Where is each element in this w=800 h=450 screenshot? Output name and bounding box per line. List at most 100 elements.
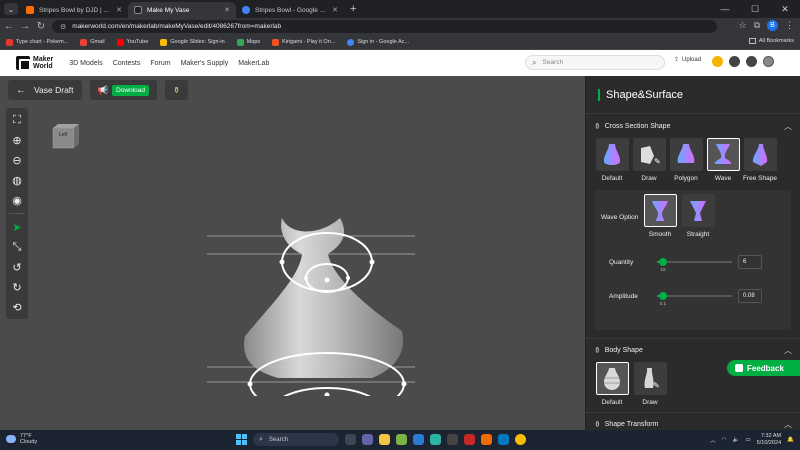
- back-icon[interactable]: ←: [2, 21, 16, 32]
- bookmarks-bar: Type chart - Pokem... Gmail YouTube Goog…: [0, 35, 800, 50]
- download-button[interactable]: 📢 Download: [89, 80, 158, 100]
- wifi-icon[interactable]: ◠: [722, 437, 727, 443]
- site-search-input[interactable]: ⌕ Search: [525, 55, 665, 70]
- chrome-icon[interactable]: [515, 434, 526, 445]
- makerworld-logo[interactable]: Maker World: [16, 56, 53, 71]
- start-button[interactable]: [236, 434, 247, 445]
- quantity-input[interactable]: 6: [738, 255, 762, 269]
- maximize-icon[interactable]: ☐: [740, 0, 770, 18]
- view-cube[interactable]: Left: [50, 122, 80, 150]
- reload-icon[interactable]: ↻: [34, 21, 48, 32]
- all-bookmarks-button[interactable]: All Bookmarks: [748, 38, 794, 44]
- body-shape-header[interactable]: ⚱ Body Shape ︿: [586, 338, 800, 362]
- vase-preview-button[interactable]: ⚱: [165, 80, 189, 100]
- wave-option-smooth[interactable]: Smooth: [643, 194, 677, 238]
- eye-icon[interactable]: ◉: [8, 191, 26, 209]
- bookmark-item[interactable]: YouTube: [116, 38, 148, 46]
- battery-icon[interactable]: ▭: [745, 437, 750, 443]
- cross-section-polygon[interactable]: Polygon: [669, 138, 703, 182]
- bookmark-item[interactable]: Sign in - Google Ac...: [347, 38, 409, 46]
- amplitude-input[interactable]: 0.08: [738, 289, 762, 303]
- amplitude-slider[interactable]: 0.1: [657, 292, 732, 306]
- nav-forum[interactable]: Forum: [150, 60, 170, 67]
- wave-option-straight[interactable]: Straight: [681, 194, 715, 238]
- chevron-up-icon[interactable]: ︿: [784, 345, 792, 356]
- mail-icon[interactable]: [447, 434, 458, 445]
- vase-model[interactable]: [190, 166, 430, 396]
- close-icon[interactable]: ✕: [224, 6, 230, 14]
- redo-icon[interactable]: ↻: [8, 278, 26, 296]
- chevron-up-icon[interactable]: ︿: [710, 436, 716, 444]
- quantity-slider[interactable]: 15: [657, 258, 732, 272]
- file-explorer-icon[interactable]: [379, 434, 390, 445]
- profile-avatar[interactable]: B: [767, 20, 778, 31]
- new-tab-button[interactable]: +: [350, 3, 356, 15]
- bookmark-item[interactable]: Gmail: [80, 38, 105, 46]
- fit-view-icon[interactable]: ⛶: [8, 111, 26, 129]
- task-view-icon[interactable]: [345, 434, 356, 445]
- chevron-up-icon[interactable]: ︿: [784, 121, 792, 132]
- minimize-icon[interactable]: —: [710, 0, 740, 18]
- reset-icon[interactable]: ⟲: [8, 298, 26, 316]
- slider-knob[interactable]: [659, 258, 667, 266]
- photos-icon[interactable]: [396, 434, 407, 445]
- bookmark-item[interactable]: Maps: [236, 38, 260, 46]
- bookmark-item[interactable]: Type chart - Pokem...: [6, 38, 68, 46]
- nav-makerlab[interactable]: MakerLab: [238, 60, 269, 67]
- cross-section-draw[interactable]: ✎ Draw: [632, 138, 666, 182]
- nav-3d-models[interactable]: 3D Models: [69, 60, 102, 67]
- material-icon[interactable]: ◍: [8, 171, 26, 189]
- zoom-out-icon[interactable]: ⊖: [8, 151, 26, 169]
- close-icon[interactable]: ✕: [332, 6, 338, 14]
- teams-icon[interactable]: [362, 434, 373, 445]
- bookmark-star-icon[interactable]: ☆: [738, 20, 746, 31]
- app-icon[interactable]: [481, 434, 492, 445]
- extensions-icon[interactable]: ⧉: [754, 20, 760, 31]
- upload-button[interactable]: ⇪ Upload: [674, 56, 701, 64]
- bookmark-item[interactable]: Google Slides: Sign-in: [160, 38, 225, 46]
- slider-knob[interactable]: [659, 292, 667, 300]
- taskbar-search[interactable]: ⌕ Search: [253, 433, 339, 446]
- app-icon[interactable]: [498, 434, 509, 445]
- cross-section-default[interactable]: Default: [595, 138, 629, 182]
- close-window-icon[interactable]: ✕: [770, 0, 800, 18]
- vase-3d-viewport[interactable]: ← Vase Draft 📢 Download ⚱ ⛶ ⊕ ⊖ ◍ ◉ ➤ ⤡ …: [0, 76, 585, 430]
- shape-transform-header[interactable]: ⚱ Shape Transform ︿: [586, 412, 800, 430]
- user-avatar[interactable]: [763, 56, 774, 67]
- cross-section-header[interactable]: ⚱ Cross Section Shape ︿: [586, 114, 800, 138]
- notification-bell-icon[interactable]: [746, 56, 757, 67]
- back-to-draft-button[interactable]: ← Vase Draft: [8, 80, 82, 100]
- site-info-icon[interactable]: ⚙: [60, 23, 66, 31]
- store-icon[interactable]: [413, 434, 424, 445]
- feedback-button[interactable]: Feedback: [727, 360, 800, 376]
- edge-icon[interactable]: [430, 434, 441, 445]
- undo-icon[interactable]: ↺: [8, 258, 26, 276]
- volume-icon[interactable]: 🔈: [733, 437, 740, 443]
- app-icon[interactable]: [464, 434, 475, 445]
- body-shape-default[interactable]: Default: [595, 362, 629, 406]
- cross-section-wave[interactable]: Wave: [706, 138, 740, 182]
- notification-bell-icon[interactable]: 🔔: [787, 437, 794, 443]
- body-shape-draw[interactable]: ✎ Draw: [633, 362, 667, 406]
- nav-contests[interactable]: Contests: [113, 60, 141, 67]
- forward-icon[interactable]: →: [18, 21, 32, 32]
- bookmark-item[interactable]: Kirigami - Play it On...: [272, 38, 335, 46]
- zoom-in-icon[interactable]: ⊕: [8, 131, 26, 149]
- select-cursor-icon[interactable]: ➤: [8, 218, 26, 236]
- cross-section-free-shape[interactable]: Free Shape: [743, 138, 777, 182]
- nav-makers-supply[interactable]: Maker's Supply: [181, 60, 229, 67]
- menu-icon[interactable]: ⋮: [785, 20, 794, 31]
- scale-icon[interactable]: ⤡: [8, 238, 26, 256]
- weather-widget[interactable]: 77°F Cloudy: [6, 433, 37, 445]
- google-icon: [347, 38, 355, 46]
- chevron-up-icon[interactable]: ︿: [784, 419, 792, 430]
- message-icon[interactable]: [729, 56, 740, 67]
- clock[interactable]: 7:32 AM 5/10/2024: [757, 433, 781, 447]
- browser-tab-stripes-bowl[interactable]: Stripes Bowl by DJD | Downloa ✕: [20, 2, 128, 18]
- tab-search-button[interactable]: ⌄: [4, 3, 18, 15]
- close-icon[interactable]: ✕: [116, 6, 122, 14]
- url-field[interactable]: ⚙ makerworld.com/en/makerlab/makeMyVase/…: [52, 20, 717, 33]
- points-icon[interactable]: [712, 56, 723, 67]
- browser-tab-make-my-vase[interactable]: Make My Vase ✕: [128, 2, 236, 18]
- browser-tab-google-search[interactable]: Stripes Bowl - Google Search ✕: [236, 2, 344, 18]
